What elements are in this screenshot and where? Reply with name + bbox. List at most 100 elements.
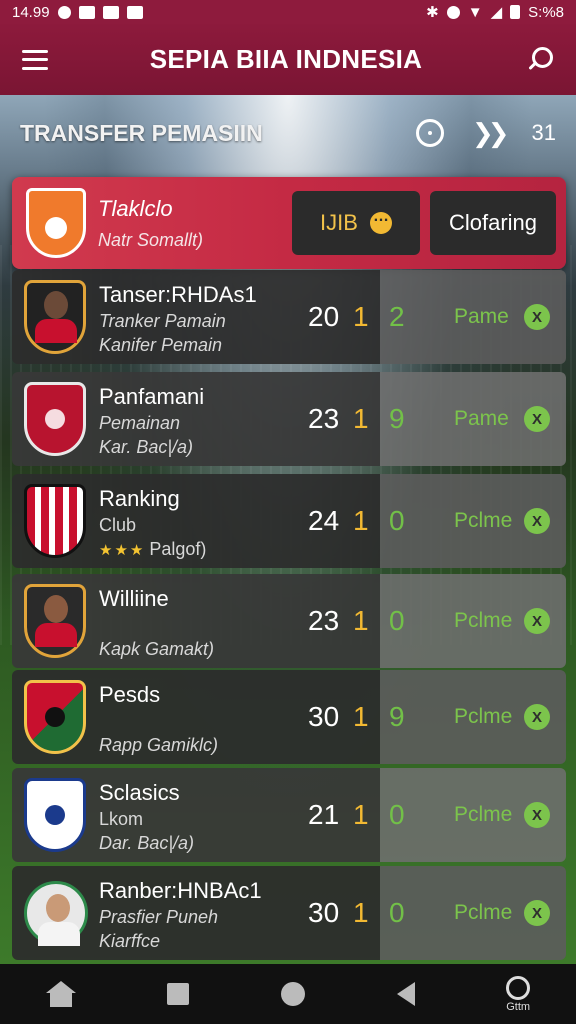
row-status: Pclme [454,901,513,924]
row-line2: Prasfier Puneh [99,907,219,927]
bluetooth-icon: ✱ [426,4,439,21]
row-name: Ranber:HNBAc1 [99,878,262,903]
close-icon[interactable]: X [524,304,550,330]
player-avatar [24,881,88,946]
club-crest-icon [24,484,86,558]
ijb-button-label: IJIB [320,210,358,235]
notification-icon [57,5,71,19]
row-value-1: 21 [308,799,340,830]
row-value-3: 0 [389,799,405,830]
featured-card[interactable]: Tlaklclo Natr Somallt) IJIB Clofaring [12,177,566,269]
row-value-3: 0 [389,897,405,928]
club-crest-icon [24,382,86,456]
row-value-1: 30 [308,897,340,928]
row-name: Williine [99,586,169,611]
status-right-text: S:%8 [528,3,564,21]
filter-search-icon[interactable] [415,119,444,147]
chat-icon [369,208,392,234]
transfer-row[interactable]: Tanser:RHDAs1 Tranker Pamain Kanifer Pem… [12,270,566,364]
row-value-3: 9 [389,403,405,434]
row-value-1: 24 [308,505,340,536]
row-line2: Club [99,515,137,535]
ijb-button[interactable]: IJIB [292,191,420,255]
close-icon[interactable]: X [524,608,550,634]
row-line2: Lkom [99,809,144,829]
recent-apps-icon[interactable] [167,983,190,1005]
row-line3: ★★★ Palgof) [99,539,207,559]
fast-forward-icon[interactable]: ❯❯ [472,118,509,149]
row-value-3: 0 [389,505,405,536]
status-time: 14.99 [12,3,50,21]
player-avatar [24,584,86,658]
row-value-1: 30 [308,701,340,732]
transfer-row[interactable]: Panfamani Pemainan Kar. Bac|/a) 23 1 9 P… [12,372,566,466]
home-icon[interactable] [45,981,76,1007]
clofaring-button[interactable]: Clofaring [430,191,556,255]
row-status: Pame [454,407,509,430]
home-button-icon[interactable] [280,982,305,1006]
section-title: TRANSFER PEMASIIN [20,119,263,146]
notification-icon [102,5,119,19]
close-icon[interactable]: X [524,802,550,828]
close-icon[interactable]: X [524,704,550,730]
row-value-3: 2 [389,301,405,332]
row-line3: Dar. Bac|/a) [99,833,195,853]
row-value-1: 23 [308,403,340,434]
notification-icon [126,5,143,19]
featured-subtitle: Natr Somallt) [98,229,204,250]
close-icon[interactable]: X [524,508,550,534]
row-line3: Kar. Bac|/a) [99,437,194,457]
row-name: Pesds [99,682,161,707]
row-value-1: 23 [308,605,340,636]
transfer-row[interactable]: Pesds Rapp Gamiklc) 30 1 9 Pclme X [12,670,566,764]
row-line2 [99,615,214,636]
featured-name: Tlaklclo [98,195,173,221]
notification-icon [78,5,95,19]
row-value-1: 20 [308,301,340,332]
signal-icon: ◢ [490,4,503,21]
section-count: 31 [531,120,556,145]
transfer-row[interactable]: Williine Kapk Gamakt) 23 1 0 Pclme X [12,574,566,668]
transfer-row[interactable]: Sclasics Lkom Dar. Bac|/a) 21 1 0 Pclme … [12,768,566,862]
row-value-2: 1 [353,897,369,928]
row-status: Pclme [454,609,513,632]
row-line3: Kanifer Pemain [99,335,223,355]
app-title: SEPIA BIIA INDNESIA [149,44,423,74]
row-status: Pclme [454,803,513,826]
back-icon[interactable] [396,982,415,1006]
app-bar: SEPIA BIIA INDNESIA [0,24,576,95]
close-icon[interactable]: X [524,900,550,926]
row-value-2: 1 [353,403,369,434]
system-nav-bar: Gttm [0,964,576,1024]
row-status: Pame [454,305,509,328]
menu-icon[interactable] [22,49,48,70]
player-avatar [24,280,86,354]
row-name: Tanser:RHDAs1 [99,282,257,307]
row-value-2: 1 [353,605,369,636]
section-header: TRANSFER PEMASIIN ❯❯ 31 [0,103,576,163]
wifi-icon: ▼ [467,3,483,21]
status-bar: 14.99 ✱ ▼ ◢ S:%8 [0,0,576,24]
row-name: Sclasics [99,780,180,805]
row-status: Pclme [454,509,513,532]
alarm-icon [446,5,460,19]
row-line3: Kiarffce [99,931,161,951]
nav-search-button[interactable]: Gttm [506,975,531,1013]
nav-search-label: Gttm [506,1000,531,1013]
row-line3: Kapk Gamakt) [99,639,215,659]
search-icon [506,975,531,1000]
row-name: Ranking [99,486,180,511]
search-icon[interactable] [524,45,554,75]
transfer-row[interactable]: Ranber:HNBAc1 Prasfier Puneh Kiarffce 30… [12,866,566,960]
row-line2: Pemainan [99,413,181,433]
row-value-2: 1 [353,799,369,830]
row-value-3: 9 [389,701,405,732]
row-value-2: 1 [353,505,369,536]
battery-icon [510,5,521,19]
transfer-row[interactable]: Ranking Club ★★★ Palgof) 24 1 0 Pclme X [12,474,566,568]
club-crest-icon [24,778,86,852]
close-icon[interactable]: X [524,406,550,432]
row-name: Panfamani [99,384,205,409]
row-status: Pclme [454,705,513,728]
row-line2: Tranker Pamain [99,311,226,331]
